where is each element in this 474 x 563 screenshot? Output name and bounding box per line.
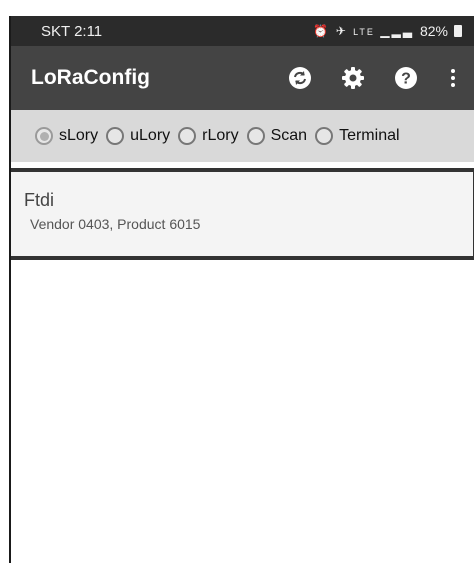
radio-ulory[interactable]: uLory bbox=[106, 127, 170, 145]
overflow-menu-button[interactable] bbox=[446, 65, 460, 91]
carrier-time: SKT 2:11 bbox=[41, 22, 103, 40]
radio-button-checked[interactable] bbox=[35, 127, 53, 145]
radio-label: Scan bbox=[270, 127, 308, 144]
radio-label: sLory bbox=[59, 127, 99, 144]
radio-button[interactable] bbox=[178, 127, 197, 145]
help-icon: ? bbox=[395, 67, 417, 89]
phone-screen: SKT 2:11 ⏰ ✈ LTE ▁▂▃ 82% LoRaConfig ? sL… bbox=[9, 16, 474, 563]
app-bar: LoRaConfig ? bbox=[11, 46, 474, 110]
status-indicators: ⏰ ✈ LTE ▁▂▃ 82% bbox=[313, 23, 462, 39]
sync-button[interactable] bbox=[287, 65, 313, 91]
battery-percent: 82% bbox=[419, 23, 448, 39]
sync-icon bbox=[289, 67, 311, 89]
app-title: LoRaConfig bbox=[31, 66, 150, 89]
radio-button[interactable] bbox=[315, 127, 334, 145]
radio-button[interactable] bbox=[106, 127, 125, 145]
battery-icon bbox=[454, 25, 462, 37]
device-list-item[interactable]: Ftdi Vendor 0403, Product 6015 bbox=[11, 168, 474, 260]
device-name: Ftdi bbox=[24, 190, 55, 210]
overflow-menu-icon bbox=[451, 69, 455, 87]
radio-button[interactable] bbox=[246, 127, 265, 145]
app-actions: ? bbox=[287, 65, 460, 91]
help-button[interactable]: ? bbox=[393, 65, 419, 91]
settings-button[interactable] bbox=[340, 65, 366, 91]
radio-label: Terminal bbox=[339, 127, 400, 144]
svg-text:?: ? bbox=[401, 71, 411, 88]
radio-slory[interactable]: sLory bbox=[35, 127, 98, 145]
mode-selector: sLory uLory rLory Scan Terminal bbox=[11, 110, 474, 162]
status-bar: SKT 2:11 ⏰ ✈ LTE ▁▂▃ 82% bbox=[11, 16, 474, 46]
radio-label: uLory bbox=[130, 127, 171, 144]
radio-terminal[interactable]: Terminal bbox=[315, 127, 400, 145]
radio-label: rLory bbox=[202, 127, 239, 144]
radio-scan[interactable]: Scan bbox=[246, 127, 308, 145]
gear-icon bbox=[342, 67, 364, 89]
radio-rlory[interactable]: rLory bbox=[178, 127, 239, 145]
status-icons: ⏰ ✈ LTE ▁▂▃ bbox=[313, 24, 414, 38]
device-description: Vendor 0403, Product 6015 bbox=[30, 216, 201, 232]
